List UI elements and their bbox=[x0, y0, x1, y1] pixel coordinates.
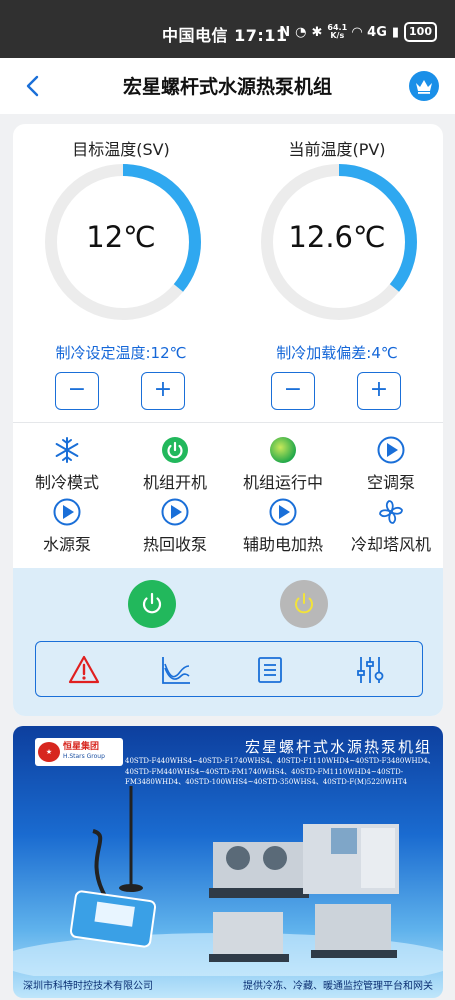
wifi-icon: ◠ bbox=[352, 24, 363, 40]
logo-en: H.Stars Group bbox=[63, 753, 105, 760]
status-item-water-pump: 水源泵 bbox=[13, 498, 121, 558]
bluetooth-icon: ✱ bbox=[311, 24, 323, 40]
product-banner[interactable]: ★ 恒星集团 H.Stars Group 宏星螺杆式水源热泵机组 40STD-F… bbox=[13, 726, 443, 998]
battery-indicator: 100 bbox=[404, 22, 437, 42]
product-illustration bbox=[13, 786, 443, 976]
target-temp-panel: 目标温度(SV) 12℃ 制冷设定温度:12℃ − + bbox=[21, 124, 221, 424]
status-item-cooling-tower-fan: 冷却塔风机 bbox=[337, 498, 443, 558]
current-temp-label: 当前温度(PV) bbox=[288, 140, 386, 159]
page-title: 宏星螺杆式水源热泵机组 bbox=[122, 76, 332, 98]
logo-text: 恒星集团 H.Stars Group bbox=[63, 742, 105, 762]
control-panel bbox=[13, 568, 443, 716]
logo-cn: 恒星集团 bbox=[63, 742, 100, 752]
status-item-aux-heater: 辅助电加热 bbox=[229, 498, 337, 558]
status-label: 空调泵 bbox=[366, 473, 415, 492]
target-temp-value: 12℃ bbox=[86, 220, 156, 254]
banner-slogan: 提供冷冻、冷藏、暖通监控管理平台和网关 bbox=[243, 981, 433, 992]
carrier-and-time: 中国电信 17:11 bbox=[162, 26, 288, 45]
snowflake-icon bbox=[55, 437, 79, 463]
status-item-cooling-mode: 制冷模式 bbox=[13, 436, 121, 496]
play-icon bbox=[269, 498, 297, 526]
play-icon bbox=[377, 436, 405, 464]
net-speed-unit: K/s bbox=[330, 31, 345, 40]
setpoint-decrease-button[interactable]: − bbox=[55, 372, 99, 410]
crown-icon[interactable] bbox=[409, 71, 439, 101]
net-speed: 64.1 K/s bbox=[327, 24, 347, 40]
logo-mark-icon: ★ bbox=[38, 742, 60, 762]
banner-footer: 深圳市科特时控技术有限公司 提供冷冻、冷藏、暖通监控管理平台和网关 bbox=[13, 977, 443, 992]
banner-title: 宏星螺杆式水源热泵机组 bbox=[245, 738, 433, 756]
power-icon bbox=[142, 592, 162, 614]
status-label: 冷却塔风机 bbox=[350, 535, 431, 554]
status-item-heat-recovery-pump: 热回收泵 bbox=[121, 498, 229, 558]
load-deviation-label: 制冷加载偏差:4℃ bbox=[276, 344, 398, 362]
list-icon[interactable] bbox=[254, 654, 286, 686]
power-off-button[interactable] bbox=[280, 580, 328, 628]
banner-model-list: 40STD-F440WHS4~40STD-F1740WHS4、40STD-F11… bbox=[125, 757, 435, 786]
power-on-icon bbox=[162, 437, 188, 463]
section-divider bbox=[13, 422, 443, 423]
fan-icon bbox=[379, 500, 403, 524]
signal-icon: ▮ bbox=[391, 24, 400, 40]
deviation-increase-button[interactable]: + bbox=[357, 372, 401, 410]
play-icon bbox=[53, 498, 81, 526]
trend-chart-icon[interactable] bbox=[160, 654, 192, 686]
app-header: 宏星螺杆式水源热泵机组 bbox=[0, 58, 455, 114]
current-temp-value: 12.6℃ bbox=[288, 220, 386, 254]
status-icons: N ◔ ✱ 64.1 K/s ◠ 4G ▮ 100 bbox=[279, 22, 437, 42]
alarm-icon[interactable] bbox=[68, 654, 100, 686]
company-logo: ★ 恒星集团 H.Stars Group bbox=[35, 738, 123, 766]
current-temp-panel: 当前温度(PV) 12.6℃ 制冷加载偏差:4℃ − + bbox=[237, 124, 437, 424]
nfc-icon: N bbox=[279, 24, 291, 40]
power-icon bbox=[295, 593, 313, 614]
running-light-icon bbox=[270, 437, 296, 463]
settings-sliders-icon[interactable] bbox=[354, 654, 386, 686]
cooling-setpoint-label: 制冷设定温度:12℃ bbox=[55, 344, 187, 362]
banner-company: 深圳市科特时控技术有限公司 bbox=[23, 981, 153, 992]
play-icon bbox=[161, 498, 189, 526]
status-item-unit-on: 机组开机 bbox=[121, 436, 229, 496]
tool-bar bbox=[35, 641, 423, 697]
power-on-button[interactable] bbox=[128, 580, 176, 628]
system-status-bar: 中国电信 17:11 N ◔ ✱ 64.1 K/s ◠ 4G ▮ 100 bbox=[0, 0, 455, 58]
deviation-decrease-button[interactable]: − bbox=[271, 372, 315, 410]
alarm-clock-icon: ◔ bbox=[295, 24, 307, 40]
target-temp-label: 目标温度(SV) bbox=[72, 140, 170, 159]
network-type: 4G bbox=[367, 24, 387, 40]
main-card: 目标温度(SV) 12℃ 制冷设定温度:12℃ − + 当前温度(PV) 12.… bbox=[13, 124, 443, 716]
setpoint-increase-button[interactable]: + bbox=[141, 372, 185, 410]
status-item-running: 机组运行中 bbox=[229, 436, 337, 496]
status-item-ac-pump: 空调泵 bbox=[337, 436, 443, 496]
